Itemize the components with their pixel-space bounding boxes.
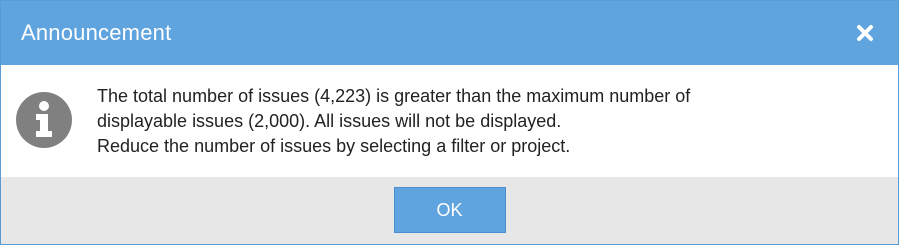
announcement-dialog: Announcement The total number of issues … <box>0 0 899 245</box>
close-icon <box>857 25 873 41</box>
dialog-body: The total number of issues (4,223) is gr… <box>1 65 898 177</box>
ok-button[interactable]: OK <box>393 187 506 233</box>
dialog-message: The total number of issues (4,223) is gr… <box>97 84 690 159</box>
dialog-titlebar: Announcement <box>1 1 898 65</box>
close-button[interactable] <box>852 20 878 46</box>
message-line: displayable issues (2,000). All issues w… <box>97 110 562 131</box>
info-icon <box>16 92 72 148</box>
message-line: The total number of issues (4,223) is gr… <box>97 85 691 106</box>
dialog-footer: OK <box>1 177 898 244</box>
dialog-title: Announcement <box>21 20 172 45</box>
message-line: Reduce the number of issues by selecting… <box>97 135 571 156</box>
